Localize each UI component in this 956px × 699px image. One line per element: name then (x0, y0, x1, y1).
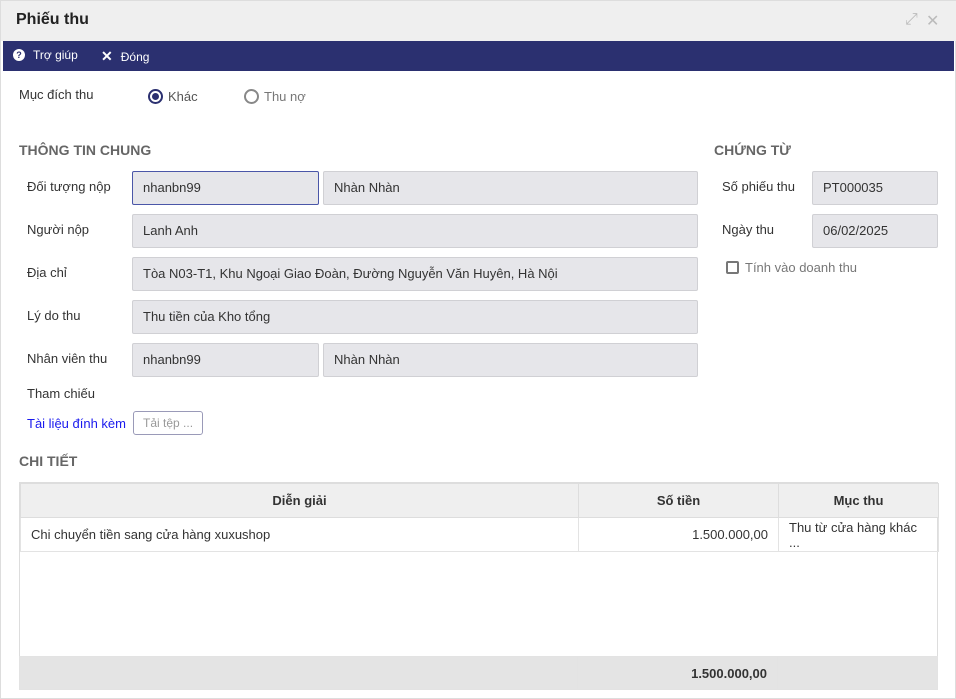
radio-debt[interactable]: Thu nợ (244, 89, 306, 104)
voucher-heading: CHỨNG TỪ (714, 142, 791, 158)
voucher-number-label: Số phiếu thu (722, 179, 796, 194)
staff-name-input[interactable]: Nhàn Nhàn (323, 343, 698, 377)
toolbar: ? Trợ giúp ✕ Đóng (3, 41, 954, 71)
help-icon: ? (13, 49, 25, 61)
radio-unchecked-icon (244, 89, 259, 104)
staff-code-input[interactable]: nhanbn99 (132, 343, 319, 377)
revenue-checkbox[interactable]: Tính vào doanh thu (726, 260, 857, 275)
payer-name-input[interactable]: Nhàn Nhàn (323, 171, 698, 205)
purpose-label: Mục đích thu (19, 87, 94, 102)
detail-table: Diễn giải Số tiền Mục thu Chi chuyển tiền … (19, 482, 939, 690)
reference-label: Tham chiếu (27, 386, 95, 401)
cell-category: Thu từ cửa hàng khác ... (778, 517, 939, 552)
close-label: Đóng (120, 49, 150, 64)
payer-label: Đối tượng nộp (27, 179, 111, 194)
staff-label: Nhân viên thu (27, 351, 108, 366)
radio-checked-icon (148, 89, 163, 104)
table-row[interactable]: Chi chuyển tiền sang cửa hàng xuxushop 1.… (20, 517, 939, 552)
person-label: Người nộp (27, 222, 90, 237)
close-icon: ✕ (101, 48, 113, 64)
close-window-icon[interactable]: ✕ (926, 11, 939, 31)
total-amount: 1.500.000,00 (577, 656, 778, 690)
footer-empty-2 (777, 656, 938, 690)
upload-button[interactable]: Tải tệp ... (133, 411, 204, 435)
payer-code-input[interactable]: nhanbn99 (132, 171, 319, 205)
voucher-number-input[interactable]: PT000035 (812, 171, 938, 205)
date-input[interactable]: 06/02/2025 (812, 214, 938, 248)
maximize-icon[interactable]: ⤢ (905, 11, 918, 29)
radio-debt-label: Thu nợ (264, 89, 306, 104)
radio-other[interactable]: Khác (148, 89, 198, 104)
cell-desc: Chi chuyển tiền sang cửa hàng xuxushop (20, 517, 579, 552)
checkbox-icon (726, 261, 739, 274)
revenue-label: Tính vào doanh thu (745, 260, 858, 275)
footer-empty (19, 656, 578, 690)
col-desc[interactable]: Diễn giải (20, 483, 579, 518)
address-input[interactable]: Tòa N03-T1, Khu Ngoại Giao Đoàn, Đường N… (132, 257, 698, 291)
radio-other-label: Khác (168, 89, 198, 104)
cell-amount: 1.500.000,00 (578, 517, 779, 552)
general-heading: THÔNG TIN CHUNG (19, 142, 152, 158)
person-input[interactable]: Lanh Anh (132, 214, 698, 248)
detail-heading: CHI TIẾT (19, 453, 78, 469)
reason-label: Lý do thu (27, 308, 81, 323)
close-button[interactable]: ✕ Đóng (101, 48, 149, 65)
address-label: Địa chỉ (27, 265, 67, 280)
col-category[interactable]: Mục thu (778, 483, 939, 518)
date-label: Ngày thu (722, 222, 775, 237)
window-title: Phiếu thu (16, 11, 89, 28)
help-button[interactable]: ? Trợ giúp (13, 48, 78, 62)
attachment-link[interactable]: Tài liệu đính kèm (27, 416, 126, 431)
reason-input[interactable]: Thu tiền của Kho tổng (132, 300, 698, 334)
help-label: Trợ giúp (33, 48, 78, 62)
col-amount[interactable]: Số tiền (578, 483, 779, 518)
title-bar (1, 1, 956, 41)
